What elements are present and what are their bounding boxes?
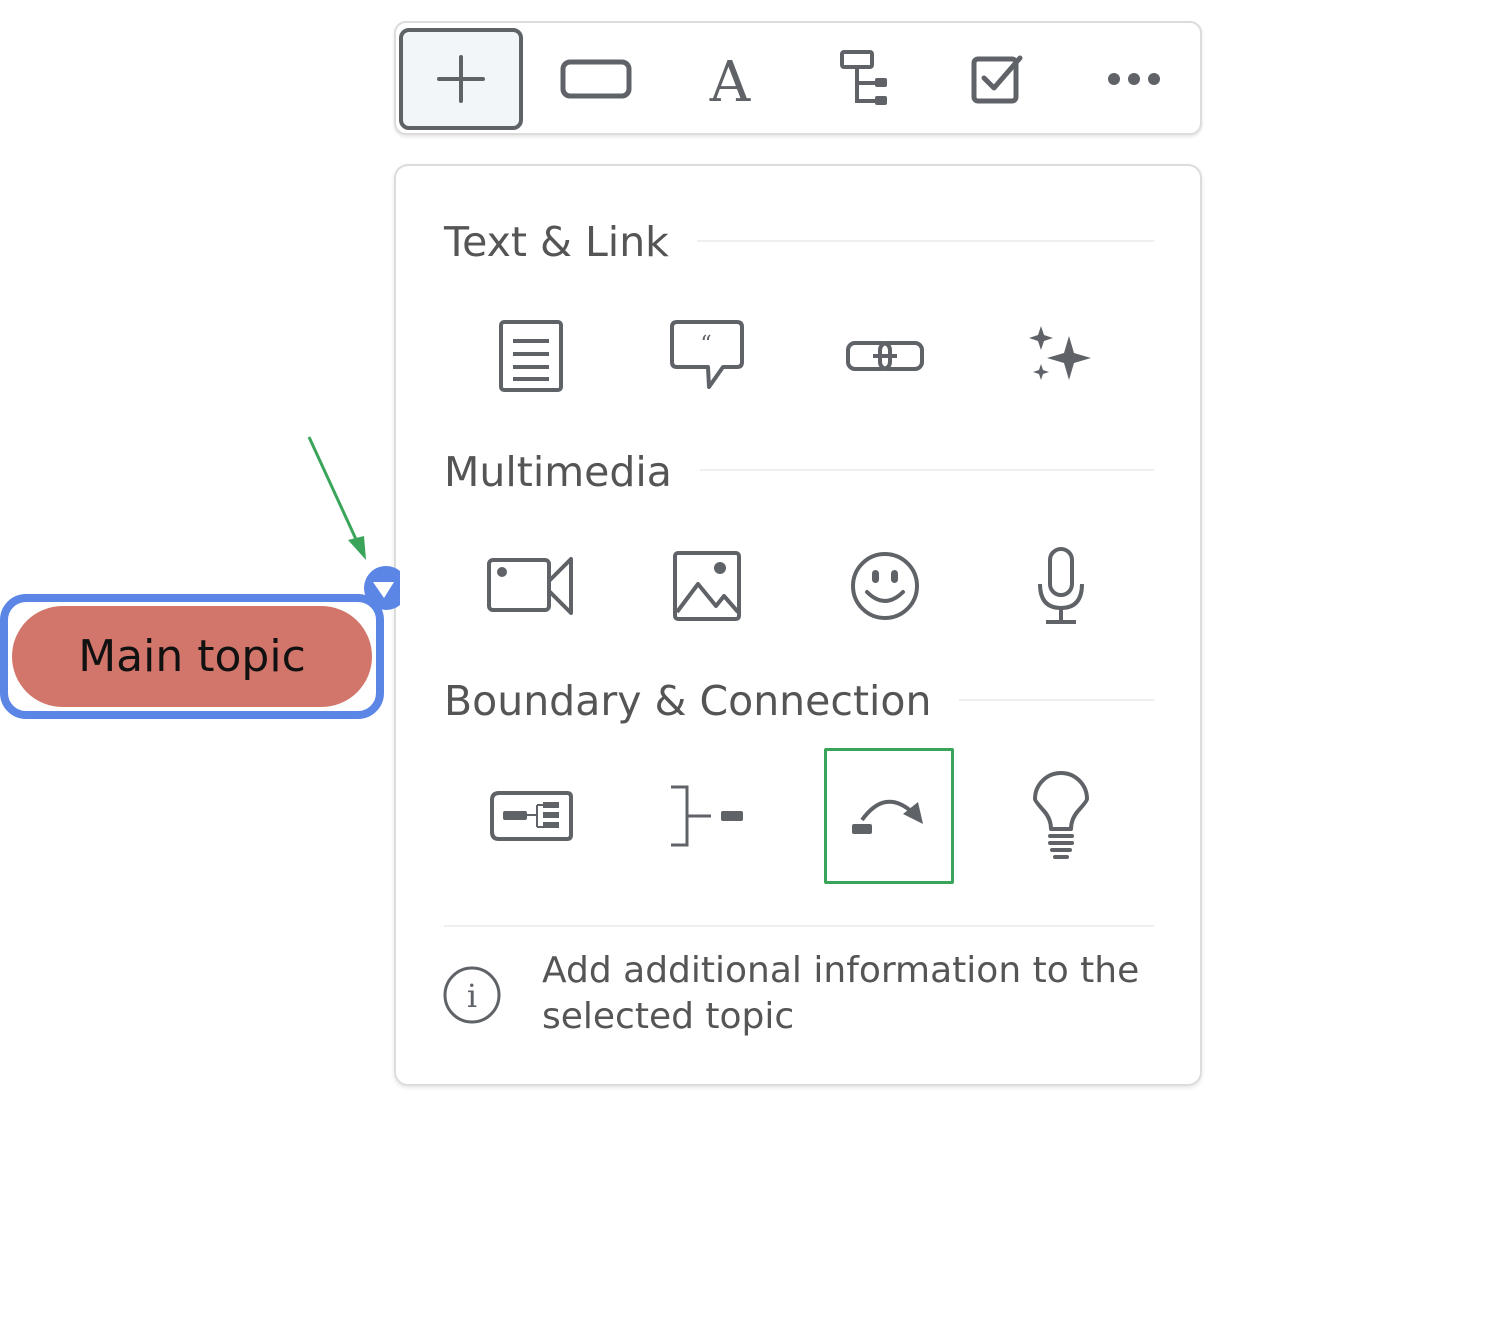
microphone-icon — [1038, 547, 1084, 624]
boundary-icon — [490, 791, 573, 841]
svg-text:“: “ — [700, 332, 711, 357]
insert-panel: Text & Link “ Multimedia Boundary & Conn… — [394, 164, 1202, 1086]
more-horizontal-icon — [1108, 73, 1160, 85]
audio-button[interactable] — [996, 518, 1126, 654]
svg-text:A: A — [709, 50, 751, 109]
letter-a-icon: A — [709, 50, 751, 109]
section-title-boundary-connection: Boundary & Connection — [444, 681, 960, 722]
main-topic[interactable]: Main topic — [12, 606, 372, 707]
smiley-icon — [851, 552, 919, 620]
sticker-button[interactable] — [820, 518, 950, 654]
video-button[interactable] — [466, 518, 596, 654]
svg-text:i: i — [467, 977, 477, 1015]
main-topic-selection[interactable]: Main topic — [0, 594, 384, 719]
add-button[interactable] — [399, 28, 523, 130]
boundary-button[interactable] — [466, 748, 596, 884]
image-button[interactable] — [642, 518, 772, 654]
rounded-rectangle-icon — [560, 59, 632, 99]
task-button[interactable] — [936, 28, 1060, 130]
link-button[interactable] — [820, 288, 950, 424]
checkbox-icon — [971, 55, 1023, 104]
sparkles-icon — [1029, 326, 1091, 380]
footer-divider — [444, 925, 1154, 927]
note-button[interactable] — [466, 288, 596, 424]
insight-button[interactable] — [996, 748, 1126, 884]
subtopic-button[interactable] — [802, 28, 926, 130]
image-icon — [673, 551, 741, 621]
relationship-button[interactable] — [824, 748, 954, 884]
info-icon: i — [442, 965, 502, 1029]
lightbulb-icon — [1033, 771, 1089, 859]
ai-button[interactable] — [996, 288, 1126, 424]
comment-button[interactable]: “ — [642, 288, 772, 424]
note-icon — [499, 320, 563, 392]
pointer-arrow-icon — [307, 436, 366, 560]
text-button[interactable]: A — [668, 28, 792, 130]
info-text: Add additional information to the select… — [542, 950, 1140, 1037]
curved-arrow-icon — [852, 799, 923, 834]
plus-icon — [437, 55, 485, 103]
video-camera-icon — [487, 557, 573, 615]
summary-bracket-icon — [671, 785, 743, 847]
topic-shape-button[interactable] — [534, 28, 658, 130]
section-title-multimedia: Multimedia — [444, 452, 700, 493]
tree-structure-icon — [840, 50, 887, 105]
summary-button[interactable] — [642, 748, 772, 884]
more-button[interactable] — [1072, 28, 1196, 130]
toolbar: A — [394, 21, 1202, 135]
comment-icon: “ — [670, 320, 744, 389]
link-icon — [846, 341, 924, 371]
section-title-text-link: Text & Link — [444, 222, 697, 263]
